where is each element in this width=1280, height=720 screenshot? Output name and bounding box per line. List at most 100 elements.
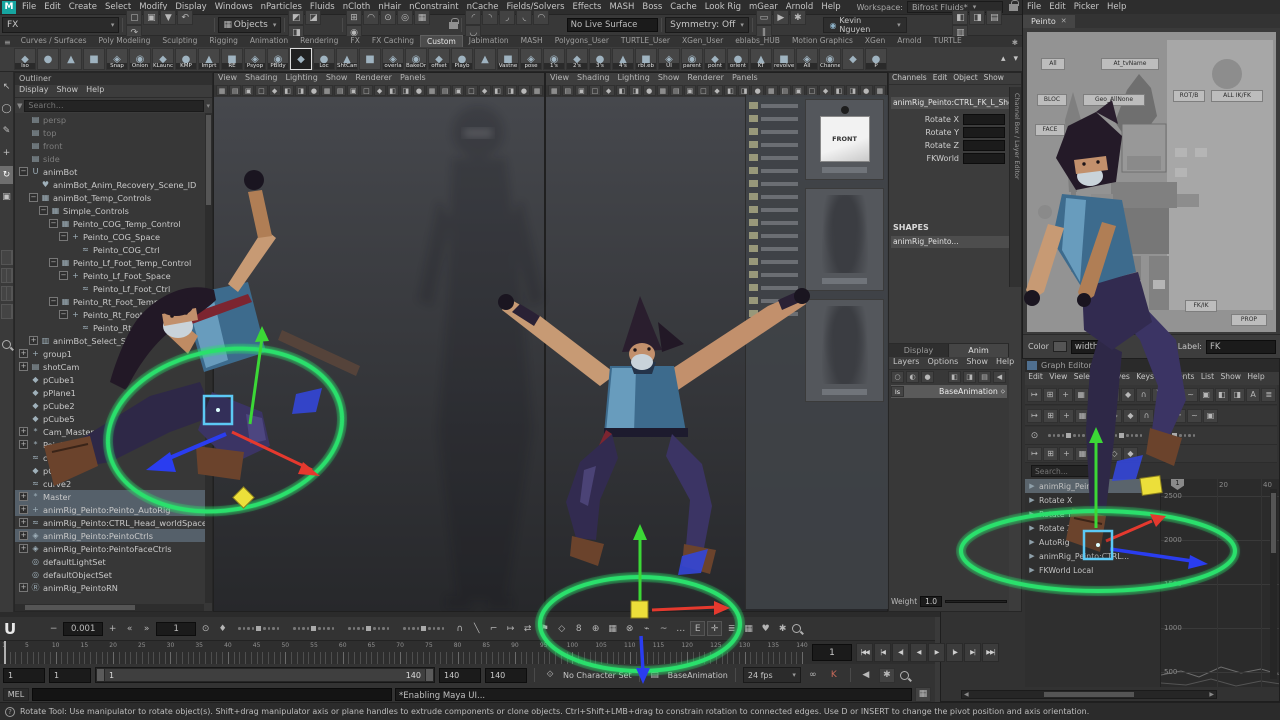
time-snap-icon[interactable]: ◆ xyxy=(1123,409,1138,423)
scale-tool[interactable]: ▣ xyxy=(0,188,13,206)
slider-handle[interactable] xyxy=(1119,433,1124,438)
slider-handle[interactable] xyxy=(256,626,261,631)
pose-grid-icon[interactable]: ▦ xyxy=(741,621,756,636)
frame-offset-field[interactable]: 1 xyxy=(156,622,196,636)
channel-row-rotate-y[interactable]: Rotate Y xyxy=(891,126,1009,139)
lock-camera-icon[interactable]: ▤ xyxy=(562,85,575,96)
browser-thumbnail-3[interactable] xyxy=(805,299,884,402)
channel-box-menu-object[interactable]: Object xyxy=(950,73,980,84)
list-view-icon[interactable]: ≣ xyxy=(724,621,739,636)
range-slider-body[interactable]: 1 140 xyxy=(105,669,425,681)
picker-canvas[interactable]: AllAt_tvNameBLOCGeo_AllNoneFACEROT/BALL … xyxy=(1027,32,1276,332)
outliner-item-peinto-rt-foot-space[interactable]: −+Peinto_Rt_Foot_Space xyxy=(15,308,212,321)
snap-to-point-icon[interactable]: ⊙ xyxy=(380,10,396,25)
browser-folder-row[interactable] xyxy=(749,255,798,268)
flat-tangent-icon[interactable]: ◨ xyxy=(1230,388,1245,402)
viewport-right-menu-view[interactable]: View xyxy=(546,73,573,85)
layer-menu-layers[interactable]: Layers xyxy=(889,357,923,369)
multisample-aa-icon[interactable]: ◨ xyxy=(505,85,517,96)
film-gate-icon[interactable]: ▦ xyxy=(657,85,670,96)
play-backwards-button[interactable]: ◀ xyxy=(910,643,927,662)
expand-toggle-icon[interactable]: − xyxy=(49,258,58,267)
current-frame-field[interactable]: 1 xyxy=(812,644,852,661)
graph-editor-curve-area[interactable]: 1 25002000150010005002040 xyxy=(1161,479,1279,687)
linear-curve-icon[interactable]: ╲ xyxy=(469,621,484,636)
outliner-item-animbot-select-sets[interactable]: +▥animBot_Select_Sets xyxy=(15,334,212,347)
graph-tween-slider-1[interactable] xyxy=(1048,433,1089,438)
construction-history-icon[interactable]: ◠ xyxy=(533,10,549,25)
viewport-left-menu-renderer[interactable]: Renderer xyxy=(351,73,396,85)
range-start-grip[interactable] xyxy=(97,669,104,681)
snap-to-curve-icon[interactable]: ◠ xyxy=(363,10,379,25)
outliner-item-animrig-peinto-peintoctrls[interactable]: +◈animRig_Peinto:PeintoCtrls xyxy=(15,529,212,542)
buffer-curve-snapshot-icon[interactable]: ↦ xyxy=(1027,409,1042,423)
template-channel-icon[interactable]: ╲ xyxy=(1155,409,1170,423)
two-d-pan-zoom-icon[interactable]: ◧ xyxy=(616,85,629,96)
safe-action-icon[interactable]: ◆ xyxy=(374,85,386,96)
shelf-button-all[interactable]: ◈All xyxy=(796,48,818,70)
motion-blur-icon[interactable]: ◧ xyxy=(492,85,504,96)
browser-folder-row[interactable] xyxy=(749,151,798,164)
camera-attributes-icon[interactable]: ▣ xyxy=(242,85,254,96)
picker-button-all-ik-fk[interactable]: ALL IK/FK xyxy=(1211,90,1263,102)
shelf-button-bakeon[interactable]: ◉BakeOn xyxy=(405,48,427,70)
shelf-button-snap[interactable]: ◈Snap xyxy=(106,48,128,70)
shelf-tab-xgen[interactable]: XGen xyxy=(859,35,891,47)
outliner-item-peinto-cog-space[interactable]: −+Peinto_COG_Space xyxy=(15,230,212,243)
image-plane-icon[interactable]: ◆ xyxy=(269,85,281,96)
shelf-button-imprt[interactable]: ▲Imprt xyxy=(198,48,220,70)
shelf-button-4-s[interactable]: ▲4's xyxy=(612,48,634,70)
browser-thumbnail-2[interactable] xyxy=(805,188,884,291)
browser-folder-row[interactable] xyxy=(749,229,798,242)
anim-layer-label[interactable]: BaseAnimation xyxy=(668,671,728,680)
shelf-tab-eblabs-hub[interactable]: eblabs_HUB xyxy=(729,35,786,47)
outliner-item-persp[interactable]: ▤persp xyxy=(15,113,212,126)
select-hierarchy-icon[interactable]: ◩ xyxy=(288,10,304,25)
linear-tangent-icon[interactable]: ◧ xyxy=(1215,388,1230,402)
shelf-button-p[interactable]: ●P xyxy=(865,48,887,70)
animation-layer-row[interactable]: Is BaseAnimation ⬦ xyxy=(891,385,1007,398)
free-tangent-weight-icon[interactable]: □ xyxy=(1091,409,1106,423)
channel-value-field[interactable] xyxy=(963,127,1005,138)
break-tangents-icon[interactable]: + xyxy=(1059,409,1074,423)
settings-gear-icon[interactable]: ✱ xyxy=(775,621,790,636)
layer-menu-help[interactable]: Help xyxy=(992,357,1018,369)
browser-folder-row[interactable] xyxy=(749,294,798,307)
grid-snap-icon[interactable]: ▦ xyxy=(605,621,620,636)
paint-select-tool[interactable]: ✎ xyxy=(0,122,13,140)
ambient-occlusion-icon[interactable]: ◆ xyxy=(479,85,491,96)
input-operations-icon[interactable]: ◞ xyxy=(499,10,515,25)
picker-menu-edit[interactable]: Edit xyxy=(1045,2,1069,12)
browser-folder-row[interactable] xyxy=(749,268,798,281)
shelf-button-offset[interactable]: ◆offset xyxy=(428,48,450,70)
tween-increment-icon[interactable]: + xyxy=(105,621,120,636)
lighting-all-icon[interactable]: ▣ xyxy=(452,85,464,96)
plateau-tangent-icon[interactable]: ≣ xyxy=(1261,388,1276,402)
step-curve-icon[interactable]: ⌐ xyxy=(486,621,501,636)
step-tangent-icon[interactable]: A xyxy=(1246,388,1261,402)
bookmarks-icon[interactable]: □ xyxy=(255,85,267,96)
layer-from-selected-icon[interactable]: ◐ xyxy=(906,371,919,383)
spline-tangent-icon[interactable]: ~ xyxy=(1183,388,1198,402)
outliner-item-cam-master[interactable]: +*Cam_Master xyxy=(15,425,212,438)
outliner-menu-show[interactable]: Show xyxy=(53,85,83,97)
browser-thumbnail-1[interactable]: FRONT xyxy=(805,99,884,180)
expand-toggle-icon[interactable]: − xyxy=(49,219,58,228)
expand-toggle-icon[interactable]: − xyxy=(49,297,58,306)
shelf-scroll-down-icon[interactable]: ▾ xyxy=(1009,54,1022,64)
shelf-button-orient[interactable]: ●orient xyxy=(727,48,749,70)
viewport-left-menu-panels[interactable]: Panels xyxy=(396,73,430,85)
resolution-gate-icon[interactable]: ▤ xyxy=(670,85,683,96)
graph-editor-menu-curves[interactable]: Curves xyxy=(1100,372,1133,385)
layout-persp-graph-button[interactable] xyxy=(1,304,13,319)
browser-folder-row[interactable] xyxy=(749,112,798,125)
smooth-icon[interactable]: ~ xyxy=(656,621,671,636)
safe-action-icon[interactable]: ◆ xyxy=(711,85,724,96)
render-settings-icon[interactable]: ✱ xyxy=(790,10,806,25)
select-tool-shortcut-icon[interactable]: ↦ xyxy=(503,621,518,636)
slider-handle[interactable] xyxy=(366,626,371,631)
expand-toggle-icon[interactable]: − xyxy=(39,206,48,215)
fps-dropdown[interactable]: 24 fps ▾ xyxy=(743,667,801,683)
tween-slider-4[interactable] xyxy=(403,626,444,631)
ease-curve-icon[interactable]: ∩ xyxy=(452,621,467,636)
